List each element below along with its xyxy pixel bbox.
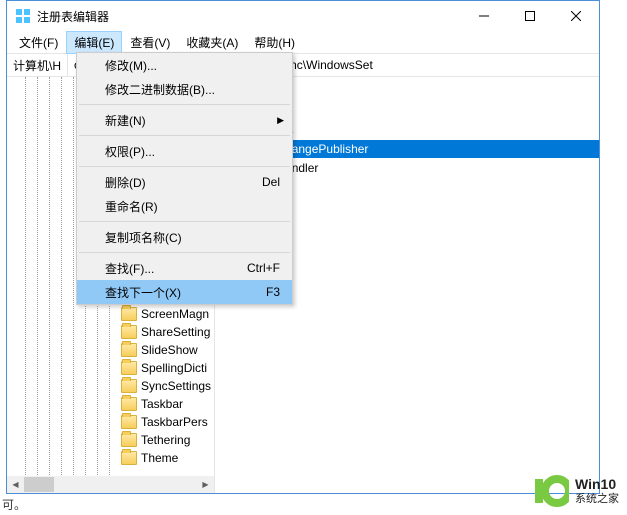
menu-separator	[79, 252, 290, 253]
menu-help[interactable]: 帮助(H)	[246, 31, 303, 54]
menu-accelerator: Ctrl+F	[247, 261, 280, 275]
scroll-right-arrow-icon[interactable]: ▶	[197, 476, 214, 493]
menu-item-label: 重命名(R)	[105, 198, 158, 215]
footer-text: 可。	[0, 494, 28, 515]
scroll-left-arrow-icon[interactable]: ◀	[7, 476, 24, 493]
menu-modify-binary[interactable]: 修改二进制数据(B)...	[77, 77, 292, 101]
tree-item[interactable]: SlideShow	[7, 341, 214, 359]
tree-item-label: Theme	[141, 451, 178, 465]
menu-item-label: 新建(N)	[105, 112, 146, 129]
menu-item-label: 复制项名称(C)	[105, 229, 182, 246]
folder-icon	[121, 325, 137, 339]
menu-rename[interactable]: 重命名(R)	[77, 194, 292, 218]
menu-favorites[interactable]: 收藏夹(A)	[178, 31, 246, 54]
address-label: 计算机\H	[7, 54, 68, 76]
close-button[interactable]	[553, 1, 599, 31]
watermark-line1: Win10	[575, 477, 619, 492]
menu-item-label: 修改二进制数据(B)...	[105, 81, 215, 98]
menu-new[interactable]: 新建(N) ▶	[77, 108, 292, 132]
menu-bar: 文件(F) 编辑(E) 查看(V) 收藏夹(A) 帮助(H)	[7, 31, 599, 53]
tree-item-label: ShareSetting	[141, 325, 210, 339]
menu-copy-key-name[interactable]: 复制项名称(C)	[77, 225, 292, 249]
tree-item-label: Tethering	[141, 433, 190, 447]
menu-separator	[79, 221, 290, 222]
title-bar[interactable]: 注册表编辑器	[7, 1, 599, 31]
tree-item-label: SpellingDicti	[141, 361, 207, 375]
tree-item[interactable]: Taskbar	[7, 395, 214, 413]
app-icon	[15, 8, 31, 24]
tree-item[interactable]: SyncSettings	[7, 377, 214, 395]
menu-accelerator: F3	[266, 285, 280, 299]
tree-item[interactable]: SpellingDicti	[7, 359, 214, 377]
tree-item-label: TaskbarPers	[141, 415, 208, 429]
watermark-logo-icon	[533, 473, 569, 509]
menu-separator	[79, 166, 290, 167]
menu-modify[interactable]: 修改(M)...	[77, 53, 292, 77]
tree-item[interactable]: TaskbarPers	[7, 413, 214, 431]
menu-find-next[interactable]: 查找下一个(X) F3	[77, 280, 292, 304]
watermark: Win10 系统之家	[533, 473, 619, 509]
menu-item-label: 修改(M)...	[105, 57, 157, 74]
window-controls	[461, 1, 599, 31]
tree-item[interactable]: ShareSetting	[7, 323, 214, 341]
menu-find[interactable]: 查找(F)... Ctrl+F	[77, 256, 292, 280]
menu-separator	[79, 135, 290, 136]
menu-item-label: 查找(F)...	[105, 260, 154, 277]
window-title: 注册表编辑器	[37, 8, 461, 25]
watermark-text: Win10 系统之家	[575, 477, 619, 504]
folder-icon	[121, 307, 137, 321]
menu-separator	[79, 104, 290, 105]
folder-icon	[121, 379, 137, 393]
tree-item[interactable]: Tethering	[7, 431, 214, 449]
tree-horizontal-scrollbar[interactable]: ◀ ▶	[7, 476, 214, 493]
tree-item-label: ScreenMagn	[141, 307, 209, 321]
scroll-thumb[interactable]	[24, 477, 54, 492]
menu-view[interactable]: 查看(V)	[122, 31, 178, 54]
menu-file[interactable]: 文件(F)	[11, 31, 66, 54]
maximize-button[interactable]	[507, 1, 553, 31]
folder-icon	[121, 397, 137, 411]
tree-item[interactable]: Theme	[7, 449, 214, 467]
minimize-button[interactable]	[461, 1, 507, 31]
menu-item-label: 查找下一个(X)	[105, 284, 181, 301]
watermark-line2: 系统之家	[575, 493, 619, 505]
tree-item-label: SlideShow	[141, 343, 198, 357]
folder-icon	[121, 433, 137, 447]
tree-item[interactable]: ScreenMagn	[7, 305, 214, 323]
menu-delete[interactable]: 删除(D) Del	[77, 170, 292, 194]
folder-icon	[121, 451, 137, 465]
submenu-arrow-icon: ▶	[277, 115, 284, 126]
menu-permissions[interactable]: 权限(P)...	[77, 139, 292, 163]
folder-icon	[121, 415, 137, 429]
tree-item-label: SyncSettings	[141, 379, 211, 393]
folder-icon	[121, 343, 137, 357]
menu-edit[interactable]: 编辑(E)	[66, 31, 122, 54]
menu-item-label: 权限(P)...	[105, 143, 155, 160]
folder-icon	[121, 361, 137, 375]
menu-item-label: 删除(D)	[105, 174, 146, 191]
menu-accelerator: Del	[262, 175, 280, 189]
edit-menu-dropdown: 修改(M)... 修改二进制数据(B)... 新建(N) ▶ 权限(P)... 删…	[76, 52, 293, 305]
tree-item-label: Taskbar	[141, 397, 183, 411]
